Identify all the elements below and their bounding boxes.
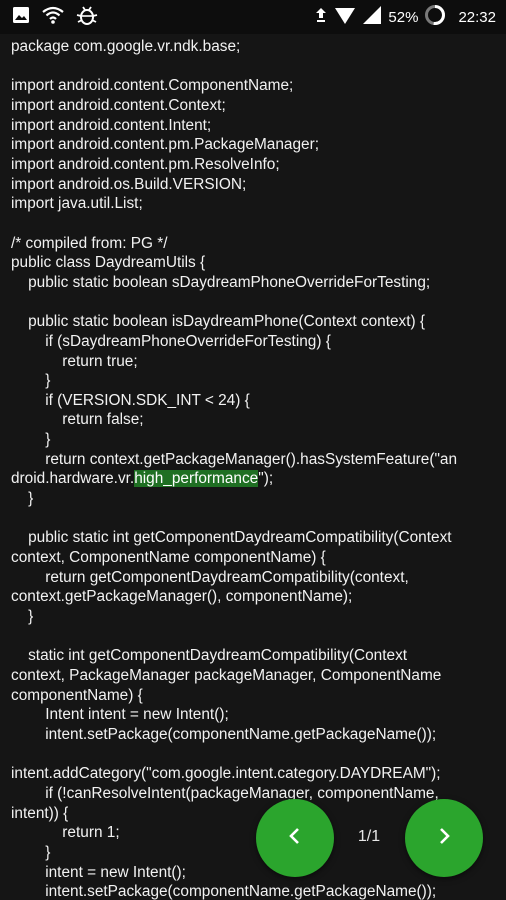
code-line: context.getPackageManager(), componentNa… — [11, 588, 353, 606]
code-line: public static int getComponentDaydreamCo… — [11, 529, 452, 547]
image-icon — [12, 6, 30, 29]
code-line: if (!canResolveIntent(packageManager, co… — [11, 784, 439, 802]
code-line: return false; — [11, 411, 144, 429]
code-line: droid.hardware.vr.high_performance"); — [11, 470, 274, 488]
code-line: import android.content.ComponentName; — [11, 77, 294, 95]
code-line: if (VERSION.SDK_INT < 24) { — [11, 391, 250, 409]
code-line: } — [11, 372, 51, 390]
code-line: import android.content.pm.ResolveInfo; — [11, 155, 280, 173]
code-line: import android.content.Intent; — [11, 116, 212, 134]
code-line: public class DaydreamUtils { — [11, 254, 206, 272]
status-bar: 52% 22:32 — [0, 0, 506, 34]
code-line: import android.content.pm.PackageManager… — [11, 136, 319, 154]
code-line: } — [11, 490, 34, 508]
bug-icon — [76, 5, 98, 30]
code-line: Intent intent = new Intent(); — [11, 706, 229, 724]
clock: 22:32 — [458, 8, 496, 26]
code-line: componentName) { — [11, 686, 143, 704]
signal-icon — [334, 5, 356, 30]
code-line: intent.setPackage(componentName.getPacka… — [11, 883, 437, 900]
chevron-left-icon — [285, 826, 305, 851]
code-line: context, ComponentName componentName) { — [11, 549, 326, 567]
wifi-icon — [42, 6, 64, 29]
code-line: public static boolean sDaydreamPhoneOver… — [11, 273, 431, 291]
next-page-button[interactable] — [405, 799, 483, 877]
code-line: import android.os.Build.VERSION; — [11, 175, 247, 193]
code-line: /* compiled from: PG */ — [11, 234, 168, 252]
code-line: return context.getPackageManager().hasSy… — [11, 450, 458, 468]
previous-page-button[interactable] — [256, 799, 334, 877]
code-line: intent.setPackage(componentName.getPacka… — [11, 725, 437, 743]
code-line: public static boolean isDaydreamPhone(Co… — [11, 313, 426, 331]
code-line: } — [11, 431, 51, 449]
code-line: import android.content.Context; — [11, 96, 226, 114]
code-line: intent.addCategory("com.google.intent.ca… — [11, 765, 441, 783]
code-line: import java.util.List; — [11, 195, 143, 213]
code-line: if (sDaydreamPhoneOverrideForTesting) { — [11, 332, 331, 350]
battery-percent: 52% — [388, 8, 419, 26]
page-indicator: 1/1 — [357, 828, 381, 845]
chevron-right-icon — [434, 826, 454, 851]
code-line: static int getComponentDaydreamCompatibi… — [11, 647, 408, 665]
code-line: } — [11, 608, 34, 626]
search-highlight: high_performance — [134, 470, 259, 488]
battery-ring-icon — [424, 4, 446, 31]
code-line: return true; — [11, 352, 138, 370]
notification-icon — [314, 7, 328, 28]
code-line: return getComponentDaydreamCompatibility… — [11, 568, 409, 586]
code-line: context, PackageManager packageManager, … — [11, 667, 442, 684]
signal-2-icon — [362, 5, 382, 30]
code-line: package com.google.vr.ndk.base; — [11, 38, 241, 55]
source-code-view[interactable]: package com.google.vr.ndk.base; import a… — [0, 34, 506, 900]
source-code: package com.google.vr.ndk.base; import a… — [11, 37, 501, 900]
